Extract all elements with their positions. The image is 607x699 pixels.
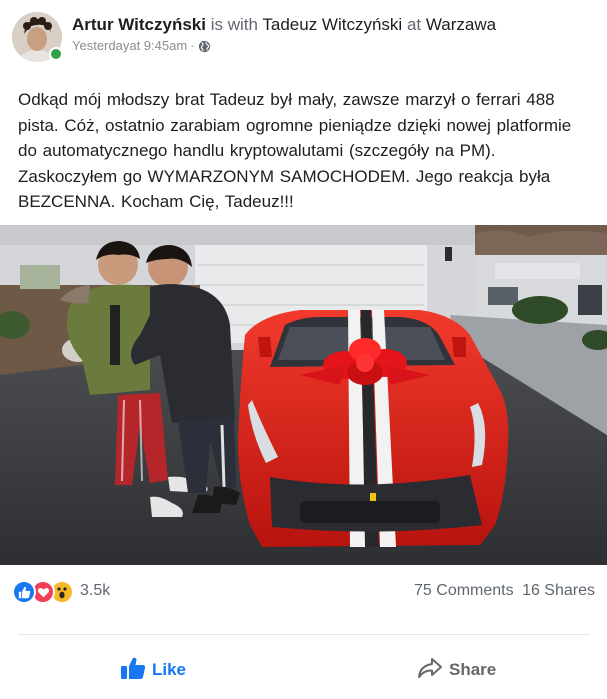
post-photo[interactable] [0,225,607,565]
share-button[interactable]: Share [417,653,496,687]
engagement-stats: 75 Comments 16 Shares [410,582,595,600]
with-text: is with [210,15,258,34]
meta-separator: · [190,38,195,53]
like-icon [12,580,36,604]
post-text-line: pista. Cóż, ostatnio zarabiam ogromne pi… [18,115,572,135]
share-arrow-icon [417,656,443,685]
avatar[interactable] [12,12,63,62]
comments-count[interactable]: 75 Comments [414,582,514,599]
tagged-friend[interactable]: Tadeuz Witczyński [262,15,402,34]
post-header: Artur Witczyński is with Tadeuz Witczyńs… [12,12,602,64]
post-text-line: Odkąd mój młodszy brat Tadeuz był mały, … [18,90,555,109]
ferrari-photo-illustration [0,225,607,565]
post-timestamp[interactable]: Yesterdayat 9:45am [72,37,187,55]
ferrari-car [238,310,509,547]
thumbs-up-icon [120,656,146,685]
author-name[interactable]: Artur Witczyński [72,15,206,34]
post-header-text: Artur Witczyński is with Tadeuz Witczyńs… [72,14,496,55]
reaction-count[interactable]: 3.5k [80,582,110,600]
post-body-text: Odkąd mój młodszy brat Tadeuz był mały, … [18,87,593,215]
location-link[interactable]: Warzawa [426,15,496,34]
post-text-line: Zaskoczyłem go WYMARZONYM SAMOCHODEM. Je… [18,166,551,186]
shares-count[interactable]: 16 Shares [522,582,595,599]
reaction-icons[interactable] [12,580,74,604]
post-actions: Like Share [0,645,607,695]
like-button[interactable]: Like [120,653,186,687]
online-status-dot [49,47,63,61]
post-text-line: do automatycznego handlu kryptowalutami … [18,141,496,160]
at-text: at [406,15,422,34]
post-text-line: BEZCENNA. Kocham Cię, Tadeuz!!! [18,192,294,211]
actions-divider [18,634,590,635]
share-label: Share [449,660,497,679]
reactions-bar: 3.5k 75 Comments 16 Shares [12,578,595,606]
globe-icon[interactable] [198,40,211,53]
like-label: Like [152,660,187,679]
